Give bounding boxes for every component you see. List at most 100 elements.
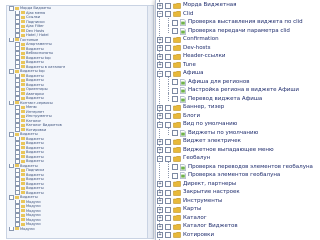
collapse-toggle-icon[interactable]: − xyxy=(157,70,163,77)
select-checkbox[interactable] xyxy=(172,79,178,85)
select-checkbox[interactable] xyxy=(165,70,171,77)
expand-toggle-icon[interactable] xyxy=(9,163,14,168)
folder-icon xyxy=(173,2,181,9)
select-checkbox[interactable] xyxy=(172,130,178,136)
test-suite-folder-label: Котировки xyxy=(183,231,215,238)
folder-icon xyxy=(173,104,181,111)
background-scrollbar[interactable] xyxy=(147,6,153,238)
folder-icon xyxy=(21,51,25,55)
expand-toggle-icon[interactable]: + xyxy=(157,223,163,230)
select-checkbox[interactable] xyxy=(172,19,178,26)
select-checkbox[interactable] xyxy=(165,138,171,145)
test-case-label: Проверка передачи параметра clid xyxy=(188,27,290,34)
expand-toggle-icon[interactable]: + xyxy=(157,232,163,238)
select-checkbox[interactable] xyxy=(165,181,171,187)
select-checkbox[interactable] xyxy=(165,113,171,119)
expand-toggle-icon[interactable]: + xyxy=(157,62,163,68)
select-checkbox[interactable] xyxy=(165,36,171,43)
expand-toggle-icon[interactable]: + xyxy=(157,181,163,187)
expand-toggle-icon[interactable]: + xyxy=(157,113,163,119)
background-tree-row-label: Модули xyxy=(26,199,41,204)
test-case-label: Виджеты по умолчанию xyxy=(188,129,259,136)
select-checkbox[interactable] xyxy=(165,223,171,230)
select-checkbox[interactable] xyxy=(165,147,171,153)
expand-toggle-icon[interactable] xyxy=(9,195,14,200)
folder-icon xyxy=(15,164,19,168)
expand-toggle-icon[interactable]: + xyxy=(157,215,163,221)
folder-icon xyxy=(21,29,25,33)
select-checkbox[interactable] xyxy=(165,121,171,128)
expand-toggle-icon[interactable] xyxy=(9,6,14,11)
folder-icon xyxy=(173,198,181,204)
folder-icon xyxy=(21,74,25,78)
folder-icon xyxy=(21,213,25,217)
expand-toggle-icon[interactable]: + xyxy=(157,206,163,213)
expand-toggle-icon[interactable]: + xyxy=(157,104,163,111)
select-checkbox[interactable] xyxy=(165,232,171,238)
select-checkbox[interactable] xyxy=(172,87,178,94)
folder-icon xyxy=(21,209,25,213)
test-suite-folder-label: Clid xyxy=(183,10,194,17)
background-tree-row-label: Модули xyxy=(26,213,41,218)
folder-icon xyxy=(21,110,25,114)
expand-toggle-icon[interactable]: + xyxy=(157,45,163,51)
background-tree-row-label: Виджеты xyxy=(26,172,44,177)
test-suite-folder-node[interactable]: + Котировки xyxy=(156,231,320,240)
background-tree-row[interactable]: Модули xyxy=(7,226,153,231)
test-case-icon xyxy=(180,95,186,103)
select-checkbox[interactable] xyxy=(165,189,171,196)
expand-toggle-icon[interactable]: + xyxy=(157,53,163,60)
expand-toggle-icon[interactable] xyxy=(9,226,14,231)
expand-toggle-icon[interactable] xyxy=(9,100,14,105)
folder-icon xyxy=(21,173,25,177)
folder-icon xyxy=(21,182,25,186)
select-checkbox[interactable] xyxy=(165,2,171,9)
expand-toggle-icon[interactable] xyxy=(9,37,14,42)
select-checkbox[interactable] xyxy=(172,164,178,170)
expand-toggle-icon[interactable]: + xyxy=(157,147,163,153)
background-tree-row-label: Dev Hosts xyxy=(26,28,45,33)
folder-icon xyxy=(173,70,181,77)
collapse-toggle-icon[interactable]: − xyxy=(157,155,163,162)
select-checkbox[interactable] xyxy=(165,104,171,111)
background-tree-row-label: Подписка xyxy=(26,168,45,173)
expand-toggle-icon[interactable]: + xyxy=(157,198,163,204)
folder-icon xyxy=(173,147,181,153)
select-checkbox[interactable] xyxy=(165,198,171,204)
background-tree-row-label: Виджеты xyxy=(26,141,44,146)
expand-toggle-icon[interactable]: + xyxy=(157,189,163,196)
background-tree-row-label: Модули xyxy=(26,222,41,227)
expand-toggle-icon[interactable]: + xyxy=(157,2,163,9)
collapse-toggle-icon[interactable]: − xyxy=(157,121,163,128)
select-checkbox[interactable] xyxy=(165,45,171,51)
background-tree-row-label: Ajax меню xyxy=(26,10,46,15)
select-checkbox[interactable] xyxy=(172,172,178,179)
select-checkbox[interactable] xyxy=(165,155,171,162)
select-checkbox[interactable] xyxy=(165,11,171,17)
select-checkbox[interactable] xyxy=(165,215,171,221)
background-tree-row-label: Виджеты xyxy=(26,190,44,195)
select-checkbox[interactable] xyxy=(165,206,171,213)
test-case-icon xyxy=(180,87,186,94)
test-suite-folder-label: Dev-hosts xyxy=(183,44,211,51)
select-checkbox[interactable] xyxy=(172,96,178,102)
background-tree-row-label: Виджеты xyxy=(26,154,44,159)
test-suite-folder-label: Confirmation xyxy=(183,36,219,42)
select-checkbox[interactable] xyxy=(165,62,171,68)
select-checkbox[interactable] xyxy=(165,53,171,60)
background-tree-row-label: Меню xyxy=(26,105,37,110)
expand-toggle-icon[interactable]: + xyxy=(157,138,163,145)
background-tree-row-label: Виджеты xyxy=(26,159,44,164)
folder-icon xyxy=(15,101,19,105)
folder-icon xyxy=(21,83,25,87)
collapse-toggle-icon[interactable]: − xyxy=(157,11,163,17)
folder-icon xyxy=(21,218,25,222)
background-tree-row-label: Виджеты xyxy=(26,186,44,191)
folder-icon xyxy=(173,155,181,162)
folder-icon xyxy=(173,62,181,68)
expand-toggle-icon[interactable] xyxy=(9,132,14,137)
select-checkbox[interactable] xyxy=(172,28,178,34)
expand-toggle-icon[interactable]: + xyxy=(157,36,163,43)
background-tree-row-label: Ссылки xyxy=(26,15,41,20)
expand-toggle-icon[interactable] xyxy=(9,69,14,74)
